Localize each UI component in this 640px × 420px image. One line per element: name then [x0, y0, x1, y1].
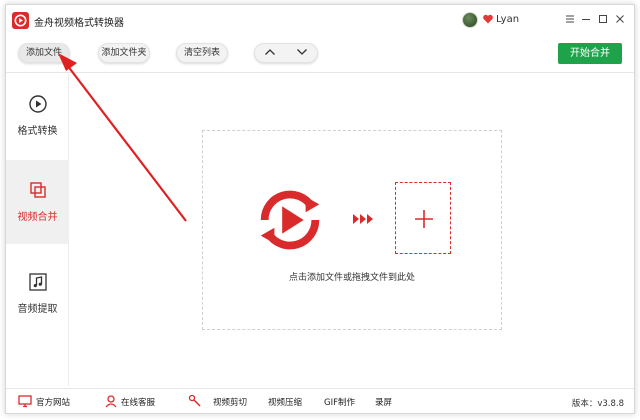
- drop-zone[interactable]: [202, 130, 502, 330]
- add-file-box[interactable]: [395, 182, 451, 254]
- chevron-up-icon: [265, 49, 275, 55]
- tools-icon: [188, 394, 201, 407]
- title-bar: 金舟视频格式转换器 Lyan: [6, 5, 634, 35]
- plus-icon: [415, 210, 433, 228]
- music-note-icon: [29, 273, 47, 291]
- username[interactable]: Lyan: [496, 14, 519, 25]
- play-circle-icon: [29, 95, 47, 113]
- app-logo-icon: [12, 12, 29, 29]
- official-site-link[interactable]: 官方网站: [36, 396, 70, 408]
- video-convert-logo-icon: [260, 190, 320, 250]
- add-file-button[interactable]: 添加文件: [18, 43, 70, 63]
- version-label: 版本：v3.8.8: [571, 399, 624, 409]
- close-icon[interactable]: [614, 13, 626, 25]
- monitor-icon: [18, 395, 32, 408]
- minimize-icon[interactable]: [580, 13, 592, 25]
- chevron-down-icon: [297, 49, 307, 55]
- toolbar: 添加文件 添加文件夹 清空列表 开始合并: [6, 35, 634, 73]
- start-merge-button[interactable]: 开始合并: [558, 43, 622, 64]
- menu-icon[interactable]: [564, 13, 576, 25]
- sidebar: 格式转换 视频合并 音频提取: [6, 74, 69, 386]
- add-folder-button[interactable]: 添加文件夹: [98, 43, 150, 63]
- gif-make-link[interactable]: GIF制作: [324, 396, 355, 408]
- clear-list-button[interactable]: 清空列表: [176, 43, 228, 63]
- online-service-link[interactable]: 在线客服: [121, 396, 155, 408]
- heart-icon: [483, 14, 493, 24]
- sidebar-item-label: 音频提取: [17, 304, 58, 315]
- sidebar-item-audio-extract[interactable]: 音频提取: [6, 252, 69, 336]
- user-avatar[interactable]: [462, 12, 478, 28]
- sidebar-item-video-merge[interactable]: 视频合并: [6, 160, 69, 244]
- app-title: 金舟视频格式转换器: [34, 18, 124, 29]
- drop-hint-text: 点击添加文件或拖拽文件到此处: [288, 273, 415, 283]
- order-buttons: [254, 43, 318, 63]
- triple-arrow-icon: [353, 214, 373, 224]
- sidebar-item-label: 格式转换: [17, 126, 58, 137]
- merge-icon: [30, 182, 46, 198]
- app-window: 金舟视频格式转换器 Lyan 添加文件 添加文件夹 清空列表 开始合并 格式转换…: [5, 4, 635, 414]
- sidebar-item-format-convert[interactable]: 格式转换: [6, 74, 69, 158]
- move-up-button[interactable]: [255, 44, 287, 62]
- video-cut-link[interactable]: 视频剪切: [213, 396, 247, 408]
- move-down-button[interactable]: [287, 44, 319, 62]
- video-compress-link[interactable]: 视频压缩: [268, 396, 302, 408]
- screen-record-link[interactable]: 录屏: [375, 396, 392, 408]
- sidebar-item-label: 视频合并: [17, 212, 58, 223]
- customer-service-icon: [105, 395, 117, 408]
- maximize-icon[interactable]: [597, 13, 609, 25]
- bottom-bar: 官方网站 在线客服 视频剪切 视频压缩 GIF制作 录屏 版本：v3.8.8: [6, 388, 634, 413]
